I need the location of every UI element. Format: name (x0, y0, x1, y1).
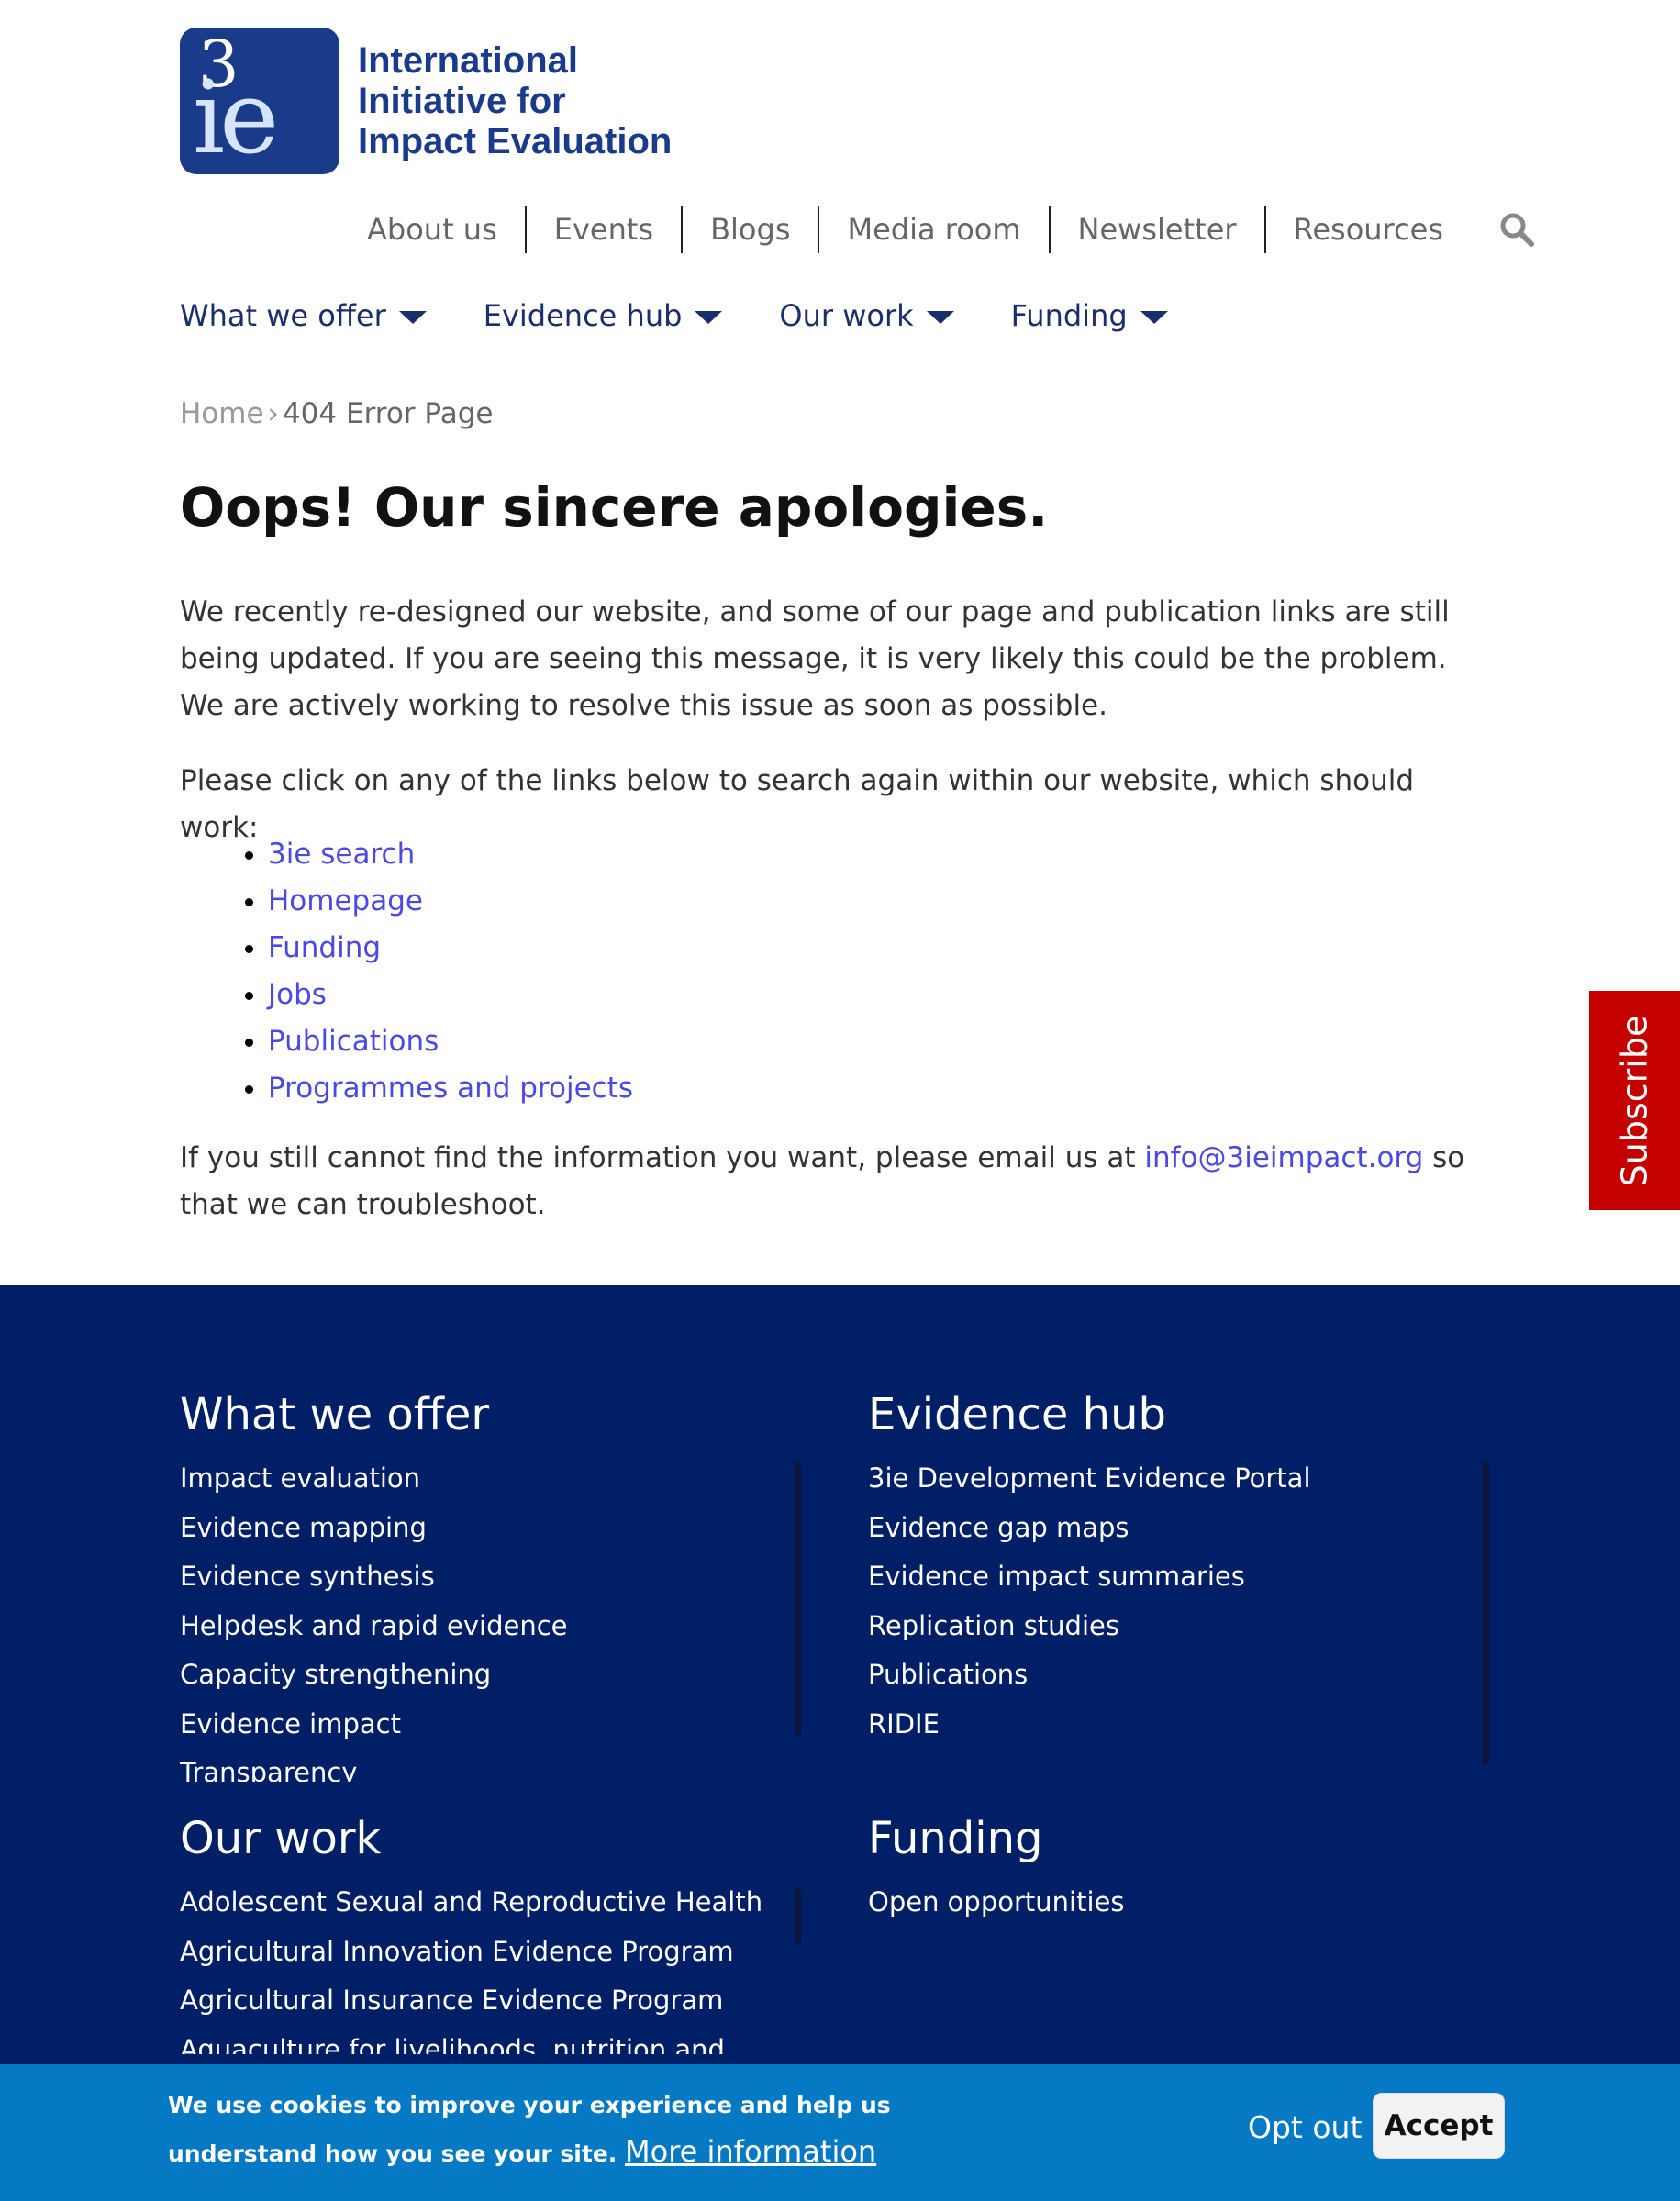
footer-link[interactable]: Capacity strengthening (180, 1651, 785, 1700)
caret-down-icon (926, 311, 954, 324)
footer-link[interactable]: Evidence synthesis (180, 1552, 785, 1602)
breadcrumb-separator: › (267, 397, 279, 430)
footer-link[interactable]: Evidence mapping (180, 1504, 785, 1553)
footer-link[interactable]: Transparency (180, 1749, 785, 1782)
search-icon-graphic (1500, 213, 1534, 247)
link-funding[interactable]: Funding (268, 931, 381, 964)
footer-scrollbar[interactable] (795, 1462, 801, 1736)
footer-link[interactable]: Agricultural Insurance Evidence Program (180, 1976, 785, 2026)
search-icon[interactable] (1498, 211, 1535, 248)
page-title: Oops! Our sincere apologies. (180, 476, 1049, 539)
topnav-newsletter[interactable]: Newsletter (1051, 206, 1266, 253)
subscribe-tab[interactable]: Subscribe (1589, 991, 1680, 1210)
footer-evidence-hub: Evidence hub 3ie Development Evidence Po… (868, 1383, 1492, 1749)
logo-line-3: Impact Evaluation (358, 121, 673, 161)
footer-funding: Funding Open opportunities (868, 1806, 1492, 1928)
link-jobs[interactable]: Jobs (268, 978, 327, 1011)
logo-text: International Initiative for Impact Eval… (358, 40, 672, 161)
main-nav: What we offer Evidence hub Our work Fund… (180, 298, 1225, 333)
footer-scroll-area[interactable]: Adolescent Sexual and Reproductive Healt… (180, 1871, 785, 2054)
footer-scroll-area[interactable]: Impact evaluation Evidence mapping Evide… (180, 1447, 785, 1782)
mainnav-what-we-offer[interactable]: What we offer (180, 298, 427, 333)
mainnav-label: Evidence hub (483, 298, 683, 333)
email-link[interactable]: info@3ieimpact.org (1144, 1141, 1423, 1174)
mainnav-our-work[interactable]: Our work (779, 298, 954, 333)
cookie-banner: We use cookies to improve your experienc… (0, 2064, 1680, 2201)
footer-what-we-offer: What we offer Impact evaluation Evidence… (180, 1383, 785, 1782)
link-publications[interactable]: Publications (268, 1025, 439, 1058)
footer-link[interactable]: 3ie Development Evidence Portal (868, 1454, 1492, 1504)
footer-scrollbar[interactable] (795, 1889, 801, 1944)
breadcrumb-home[interactable]: Home (180, 397, 264, 430)
cookie-message-block: We use cookies to improve your experienc… (168, 2083, 1012, 2177)
topnav-resources[interactable]: Resources (1266, 206, 1471, 253)
link-homepage[interactable]: Homepage (268, 884, 423, 917)
footer-scrollbar[interactable] (1483, 1462, 1489, 1765)
footer-link-list: Impact evaluation Evidence mapping Evide… (180, 1454, 785, 1782)
mainnav-label: What we offer (180, 298, 386, 333)
footer-link[interactable]: RIDIE (868, 1700, 1492, 1750)
caret-down-icon (398, 311, 427, 324)
footer-heading: Our work (180, 1813, 382, 1864)
logo-line-1: International (358, 40, 579, 81)
mainnav-label: Our work (779, 298, 914, 333)
site-logo[interactable]: 3 ie International Initiative for Impact… (180, 27, 672, 175)
footer-link[interactable]: Evidence gap maps (868, 1504, 1492, 1553)
footer-our-work: Our work Adolescent Sexual and Reproduct… (180, 1806, 785, 2054)
opt-out-button[interactable]: Opt out (1248, 2105, 1362, 2151)
contact-text-before: If you still cannot find the information… (180, 1141, 1145, 1174)
caret-down-icon (695, 311, 723, 324)
caret-down-icon (1140, 311, 1168, 324)
footer-link[interactable]: Agricultural Innovation Evidence Program (180, 1928, 785, 1977)
footer-link-list: 3ie Development Evidence Portal Evidence… (868, 1454, 1492, 1749)
top-nav: About us Events Blogs Media room Newslet… (339, 204, 1535, 255)
footer-link[interactable]: Adolescent Sexual and Reproductive Healt… (180, 1878, 785, 1928)
contact-paragraph: If you still cannot find the information… (180, 1135, 1492, 1228)
breadcrumb-current: 404 Error Page (282, 397, 494, 430)
logo-mark-ie: ie (193, 59, 279, 174)
footer-link[interactable]: Replication studies (868, 1602, 1492, 1651)
accept-button[interactable]: Accept (1373, 2093, 1505, 2159)
list-item: Homepage (268, 878, 633, 925)
subscribe-label: Subscribe (1614, 1015, 1655, 1186)
mainnav-funding[interactable]: Funding (1011, 298, 1168, 333)
footer-link[interactable]: Publications (868, 1651, 1492, 1700)
link-programmes-projects[interactable]: Programmes and projects (268, 1072, 633, 1105)
list-item: 3ie search (268, 831, 633, 878)
footer-link[interactable]: Aquaculture for livelihoods, nutrition a… (180, 2026, 785, 2055)
footer-link[interactable]: Evidence impact (180, 1700, 785, 1750)
footer-heading: Evidence hub (868, 1389, 1166, 1440)
footer-link[interactable]: Impact evaluation (180, 1454, 785, 1504)
logo-line-2: Initiative for (358, 81, 566, 121)
topnav-about-us[interactable]: About us (339, 206, 527, 253)
help-links-list: 3ie search Homepage Funding Jobs Publica… (180, 831, 633, 1112)
footer-link-list: Adolescent Sexual and Reproductive Healt… (180, 1878, 785, 2054)
list-item: Publications (268, 1018, 633, 1065)
footer-link-list: Open opportunities (868, 1878, 1492, 1928)
breadcrumb: Home › 404 Error Page (180, 397, 493, 430)
topnav-events[interactable]: Events (527, 206, 684, 253)
list-item: Programmes and projects (268, 1065, 633, 1112)
topnav-media-room[interactable]: Media room (819, 206, 1051, 253)
link-3ie-search[interactable]: 3ie search (268, 838, 415, 871)
list-item: Funding (268, 925, 633, 972)
intro-paragraph: We recently re-designed our website, and… (180, 595, 1450, 722)
footer-link[interactable]: Open opportunities (868, 1878, 1492, 1928)
more-information-link[interactable]: More information (625, 2134, 876, 2169)
footer-heading: Funding (868, 1813, 1043, 1864)
footer-link[interactable]: Helpdesk and rapid evidence (180, 1602, 785, 1651)
topnav-blogs[interactable]: Blogs (683, 206, 820, 253)
mainnav-evidence-hub[interactable]: Evidence hub (484, 298, 723, 333)
logo-mark: 3 ie (180, 28, 339, 174)
mainnav-label: Funding (1010, 298, 1128, 333)
footer-heading: What we offer (180, 1389, 490, 1440)
footer-link[interactable]: Evidence impact summaries (868, 1552, 1492, 1602)
list-item: Jobs (268, 972, 633, 1018)
